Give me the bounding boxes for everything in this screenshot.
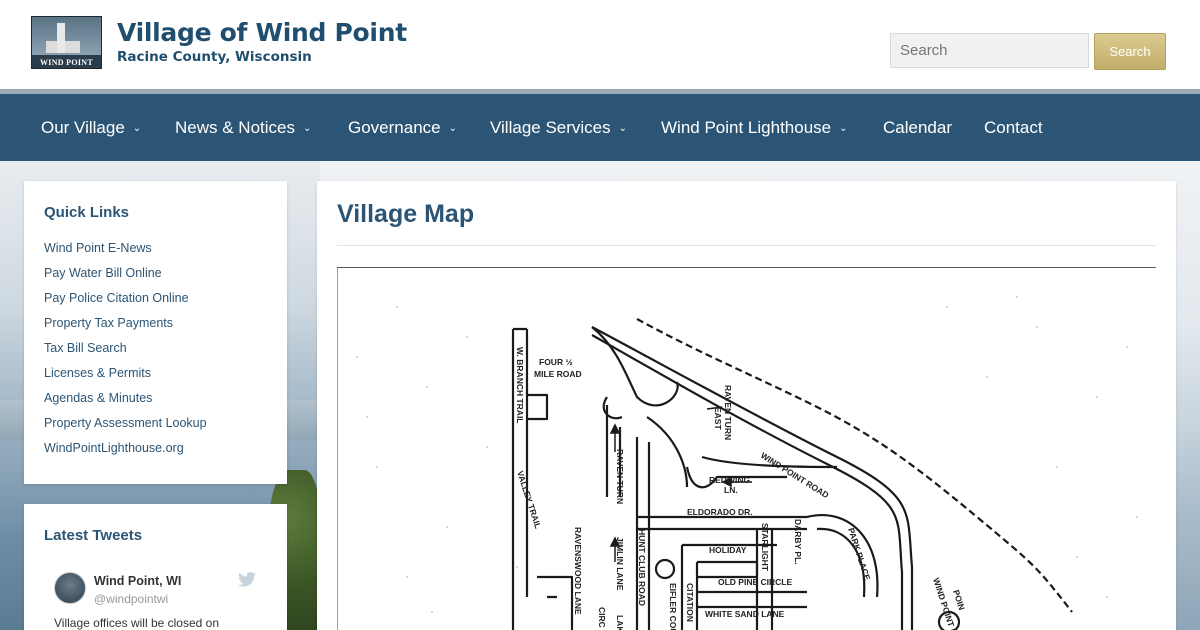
map-label-ravenswood: RAVENSWOOD LANE: [573, 527, 583, 615]
map-label-circ: CIRC: [597, 607, 607, 628]
nav-item-village-services[interactable]: Village Services ⌄: [490, 94, 627, 161]
site-title[interactable]: Village of Wind Point: [117, 18, 407, 47]
map-label-wind-point-road: WIND POINT ROAD: [759, 450, 831, 500]
map-label-redwing: REDWING: [709, 475, 750, 485]
quick-link-pay-water-bill[interactable]: Pay Water Bill Online: [44, 266, 162, 280]
map-label-citation: CITATION: [685, 583, 695, 622]
map-label-lak: LAK: [615, 615, 625, 630]
nav-item-label: Calendar: [883, 118, 952, 137]
lighthouse-icon: [57, 23, 65, 53]
quick-link-tax-bill-search[interactable]: Tax Bill Search: [44, 341, 127, 355]
map-label-w-branch-trail: W. BRANCH TRAIL: [515, 347, 525, 424]
latest-tweets-widget: Latest Tweets Wind Point, WI @windpointw…: [24, 504, 287, 630]
main-nav: Our Village ⌄ News & Notices ⌄ Governance ⌄…: [0, 94, 1200, 161]
quick-link-e-news[interactable]: Wind Point E-News: [44, 241, 152, 255]
map-label-eldorado: ELDORADO DR.: [687, 507, 753, 517]
map-label-raven-turn: RAVEN TURN: [615, 449, 625, 504]
tweet-text: Village offices will be closed on: [54, 616, 219, 630]
nav-item-label: News & Notices: [175, 118, 295, 137]
nav-item-news-notices[interactable]: News & Notices ⌄: [175, 94, 311, 161]
quick-link-property-assessment[interactable]: Property Assessment Lookup: [44, 416, 207, 430]
map-label-hunt-club-road: HUNT CLUB ROAD: [637, 529, 647, 606]
nav-item-label: Wind Point Lighthouse: [661, 118, 832, 137]
quick-link-agendas-minutes[interactable]: Agendas & Minutes: [44, 391, 152, 405]
twitter-bird-icon[interactable]: [238, 572, 256, 587]
title-divider: [337, 245, 1156, 246]
avatar[interactable]: [54, 572, 86, 604]
page-title: Village Map: [337, 200, 475, 228]
map-label-starlight: STARLIGHT: [760, 523, 770, 572]
site-subtitle: Racine County, Wisconsin: [117, 49, 312, 65]
quick-link-licenses-permits[interactable]: Licenses & Permits: [44, 366, 151, 380]
main-content: Village Map FOUR ½ MILE ROAD W. BRANCH T…: [317, 181, 1176, 630]
map-label-park-place: PARK PLACE: [846, 527, 872, 582]
nav-item-label: Governance: [348, 118, 441, 137]
quick-link-lighthouse-org[interactable]: WindPointLighthouse.org: [44, 441, 184, 455]
map-label-holiday: HOLIDAY: [709, 545, 747, 555]
map-label-wind: POIN: [951, 589, 967, 612]
nav-item-wind-point-lighthouse[interactable]: Wind Point Lighthouse ⌄: [661, 94, 848, 161]
chevron-down-icon: ⌄: [302, 123, 312, 134]
village-map-image[interactable]: FOUR ½ MILE ROAD W. BRANCH TRAIL VALLEY …: [337, 267, 1156, 630]
logo-text: WIND POINT: [39, 58, 93, 67]
nav-item-calendar[interactable]: Calendar: [883, 94, 952, 161]
site-logo[interactable]: WIND POINT: [31, 16, 102, 69]
map-label-eifler-court: EIFLER COURT: [668, 583, 678, 630]
search-input[interactable]: [890, 33, 1089, 68]
chevron-down-icon: ⌄: [448, 123, 458, 134]
nav-item-our-village[interactable]: Our Village ⌄: [41, 94, 141, 161]
latest-tweets-title: Latest Tweets: [44, 527, 143, 544]
tweet-author-name[interactable]: Wind Point, WI: [94, 574, 181, 588]
chevron-down-icon: ⌄: [132, 123, 142, 134]
map-label-old-pine-circle: OLD PINE CIRCLE: [718, 577, 792, 587]
village-map-drawing: FOUR ½ MILE ROAD W. BRANCH TRAIL VALLEY …: [337, 267, 1156, 630]
tweet-author-handle[interactable]: @windpointwi: [94, 592, 168, 606]
map-label-valley-trail: VALLEY TRAIL: [515, 470, 543, 530]
chevron-down-icon: ⌄: [839, 123, 848, 134]
map-label-east: EAST: [713, 407, 723, 430]
map-label-four-half: FOUR ½: [539, 357, 573, 367]
nav-item-label: Village Services: [490, 118, 611, 137]
quick-link-property-tax[interactable]: Property Tax Payments: [44, 316, 173, 330]
map-label-raven-turn-east: RAVEN TURN: [723, 385, 733, 440]
nav-item-label: Our Village: [41, 118, 125, 137]
quick-links-widget: Quick Links Wind Point E-News Pay Water …: [24, 181, 287, 484]
map-label-mile-road: MILE ROAD: [534, 369, 582, 379]
map-label-ln: LN.: [724, 485, 738, 495]
map-label-darby-pl: DARBY PL.: [793, 519, 803, 565]
quick-links-title: Quick Links: [44, 204, 130, 221]
nav-item-contact[interactable]: Contact: [984, 94, 1043, 161]
site-header: WIND POINT Village of Wind Point Racine …: [0, 0, 1200, 89]
quick-link-pay-police-citation[interactable]: Pay Police Citation Online: [44, 291, 189, 305]
chevron-down-icon: ⌄: [618, 123, 628, 134]
search-button[interactable]: Search: [1094, 33, 1166, 70]
map-label-white-sand-lane: WHITE SAND LANE: [705, 609, 785, 619]
map-label-jimlin: JIMLIN LANE: [615, 537, 625, 591]
nav-item-governance[interactable]: Governance ⌄: [348, 94, 457, 161]
nav-item-label: Contact: [984, 118, 1043, 137]
